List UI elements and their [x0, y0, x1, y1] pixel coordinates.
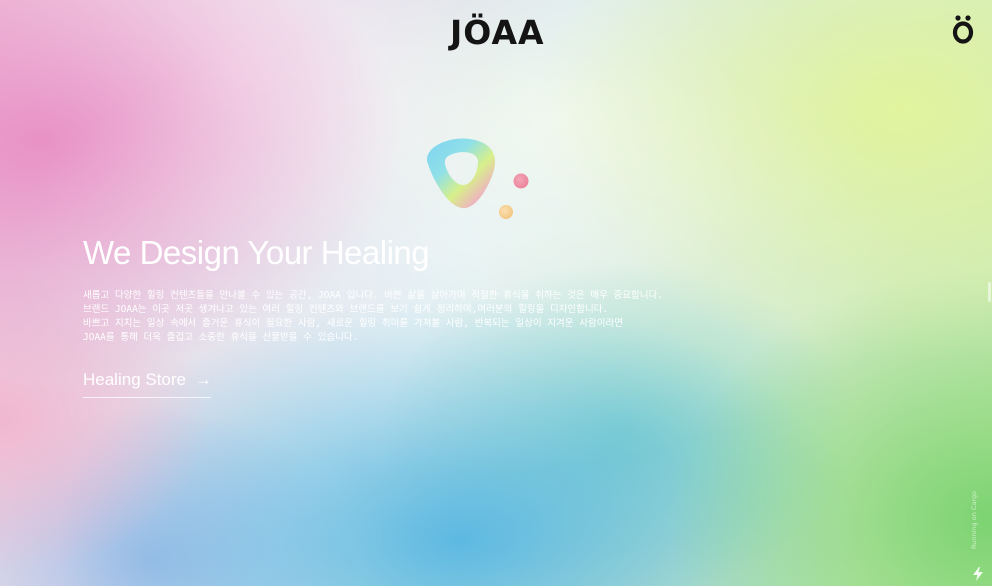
bolt-icon[interactable]	[972, 566, 984, 581]
description-line: JOAA를 통해 더욱 즐겁고 소중한 휴식을 선물받을 수 있습니다.	[83, 332, 359, 343]
description-line: 새롭고 다양한 힐링 컨텐츠들을 만나볼 수 있는 공간, JOAA 입니다. …	[83, 290, 663, 301]
gradient-blob-icon	[418, 134, 538, 224]
hero-description: 새롭고 다양한 힐링 컨텐츠들을 만나볼 수 있는 공간, JOAA 입니다. …	[83, 289, 743, 345]
running-on-cargo-label[interactable]: Running on Cargo	[970, 488, 986, 552]
healing-store-link[interactable]: Healing Store →	[83, 369, 212, 398]
scrollbar-thumb[interactable]	[988, 282, 991, 302]
description-line: 바쁘고 지치는 일상 속에서 즐거운 휴식이 필요한 사람, 새로운 힐링 취미…	[83, 318, 623, 329]
description-line: 브랜드 JOAA는 이곳 저곳 생겨나고 있는 여러 힐링 컨텐츠와 브랜드를 …	[83, 304, 609, 315]
healing-store-label: Healing Store	[83, 370, 187, 389]
joaa-logo[interactable]: JÖAA	[450, 14, 544, 52]
hero-headline: We Design Your Healing	[83, 234, 430, 271]
arrow-right-icon: →	[194, 370, 212, 389]
joaa-face-icon[interactable]	[950, 14, 976, 44]
